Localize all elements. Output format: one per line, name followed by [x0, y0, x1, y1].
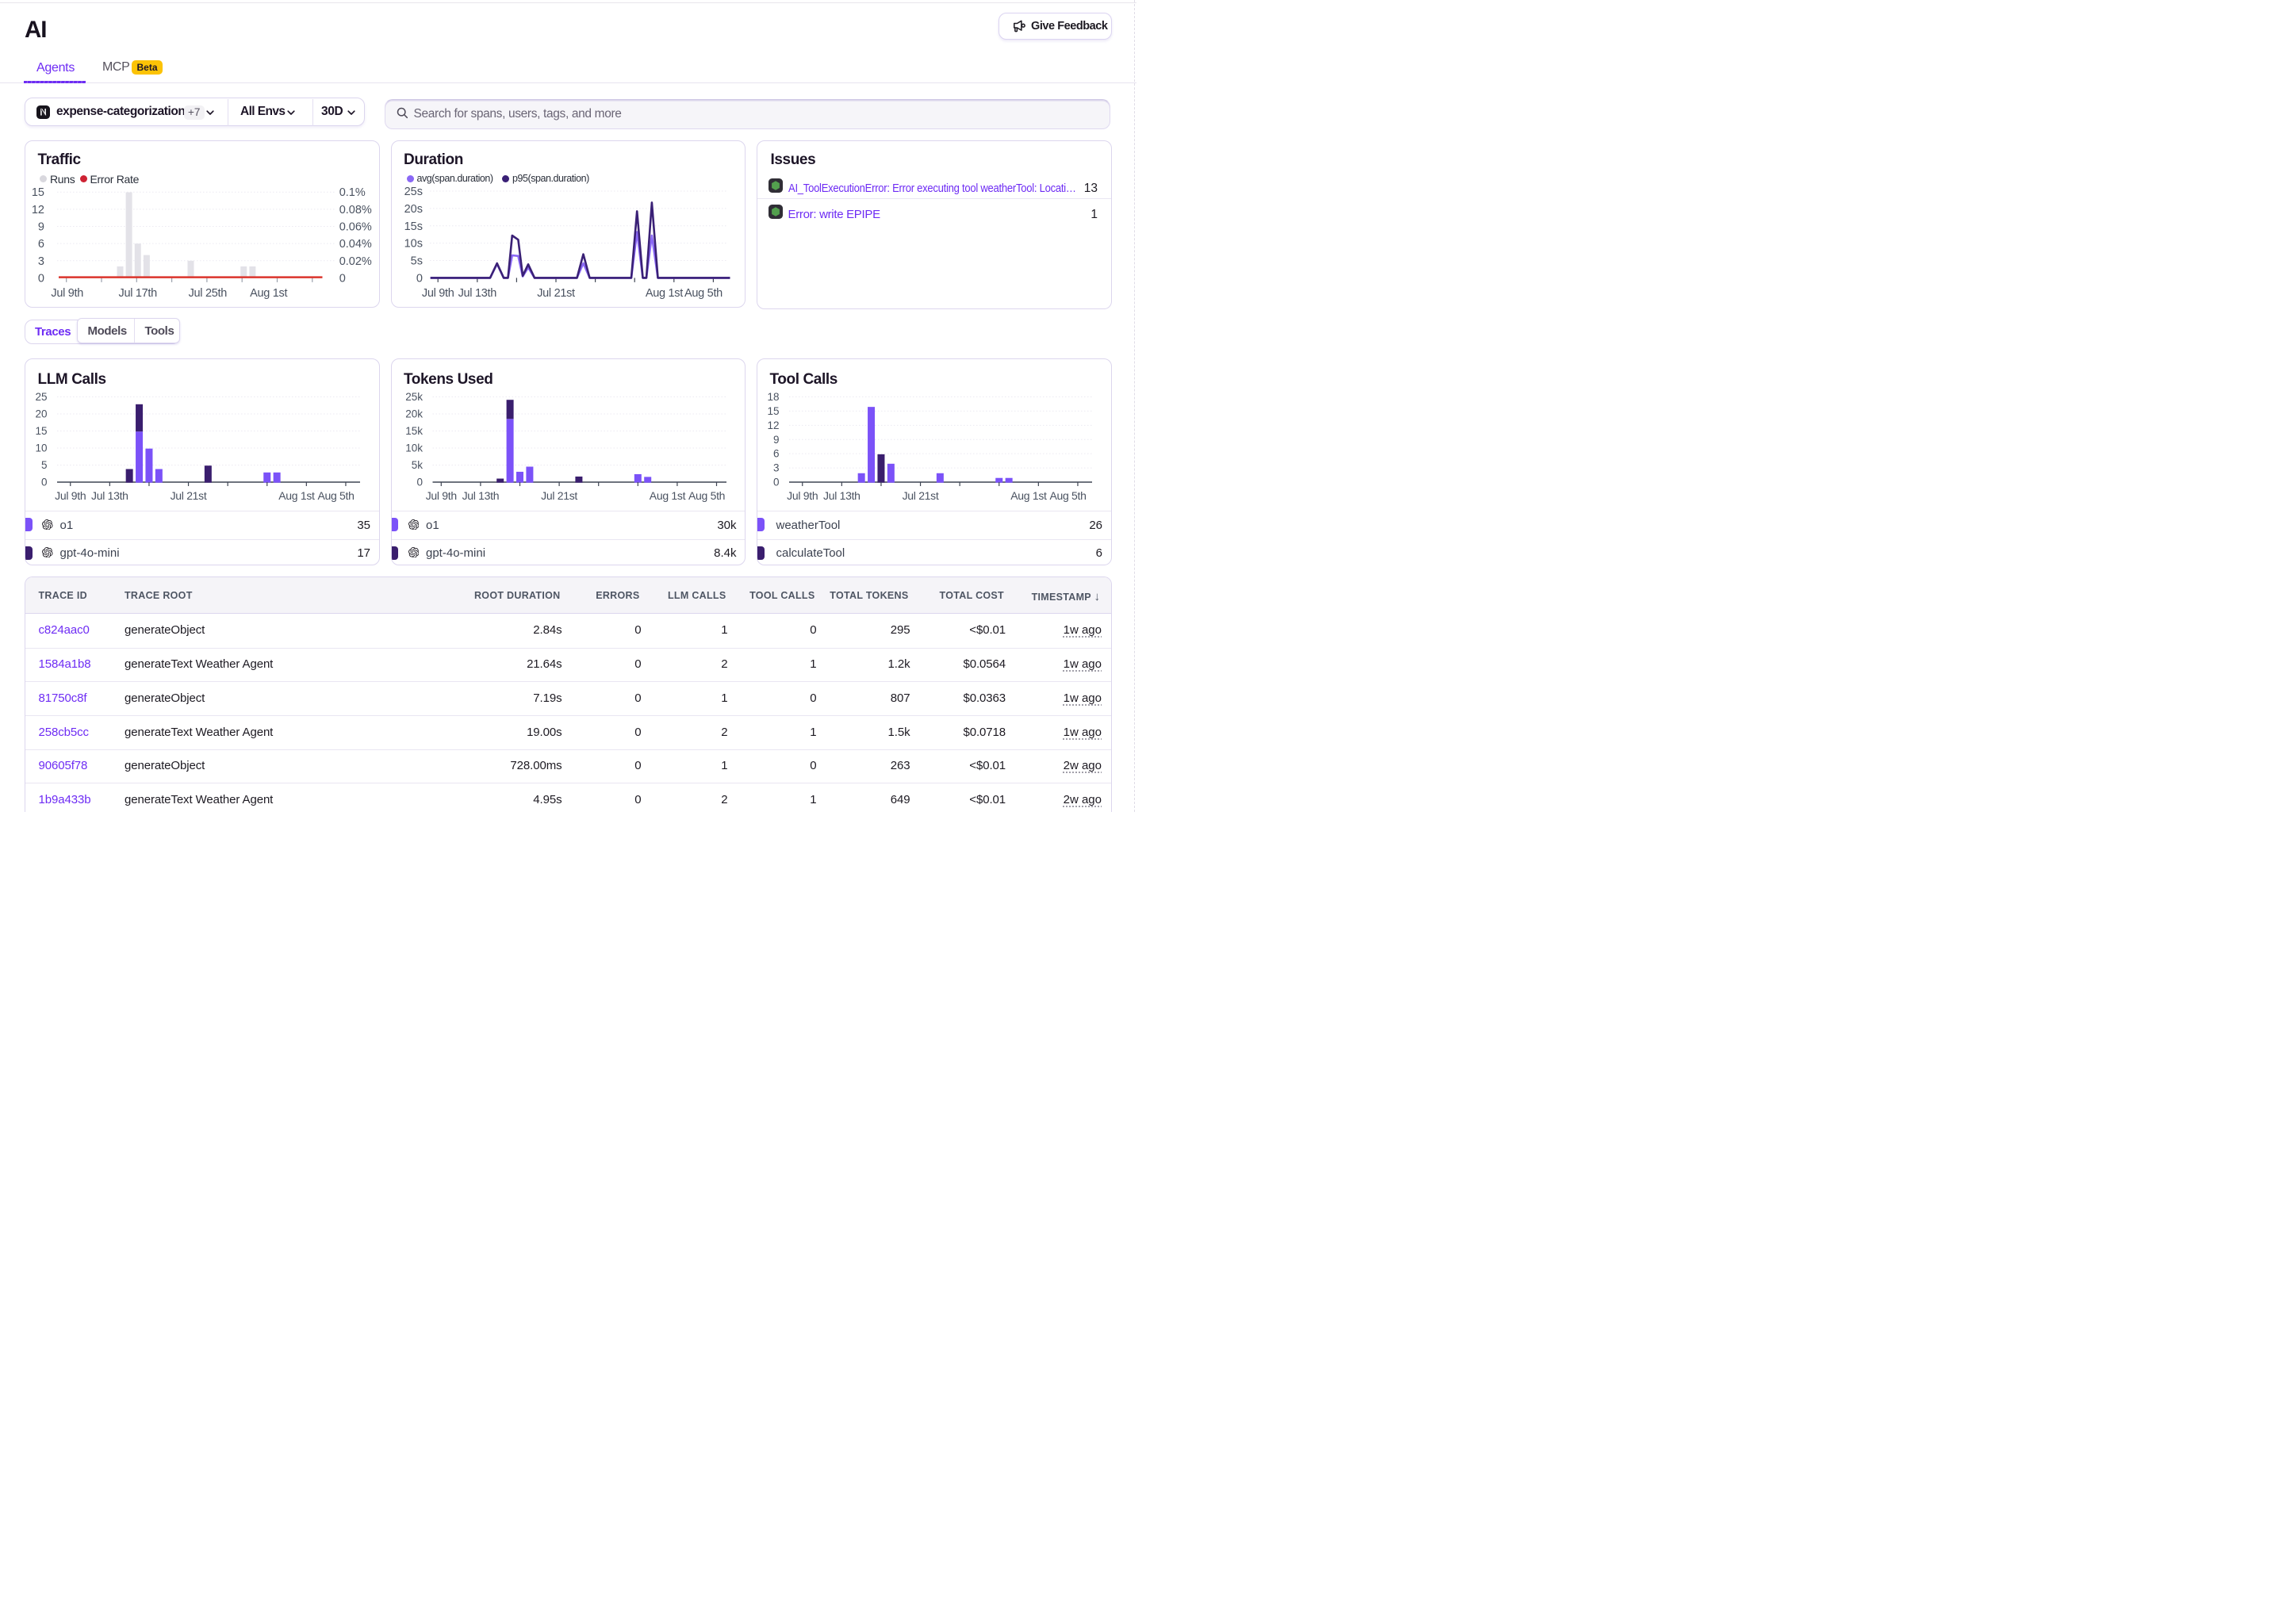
svg-text:Jul 13th: Jul 13th: [91, 489, 128, 502]
svg-text:3: 3: [773, 462, 780, 474]
svg-text:0: 0: [416, 477, 423, 488]
svg-text:Jul 21st: Jul 21st: [537, 287, 575, 300]
svg-text:Jul 21st: Jul 21st: [171, 489, 207, 502]
svg-text:6: 6: [38, 238, 44, 251]
svg-text:10k: 10k: [405, 442, 423, 454]
svg-text:25s: 25s: [404, 186, 422, 198]
svg-text:0.02%: 0.02%: [339, 255, 372, 268]
svg-text:0: 0: [773, 477, 780, 488]
svg-text:20k: 20k: [405, 408, 423, 420]
svg-text:Jul 25th: Jul 25th: [189, 287, 228, 300]
svg-text:Jul 21st: Jul 21st: [903, 489, 939, 502]
svg-text:0.06%: 0.06%: [339, 220, 372, 233]
svg-text:Aug 1st: Aug 1st: [250, 287, 287, 300]
svg-text:0.1%: 0.1%: [339, 186, 366, 199]
svg-text:Aug 5th: Aug 5th: [684, 287, 723, 300]
svg-text:12: 12: [32, 204, 44, 216]
svg-text:Jul 9th: Jul 9th: [55, 489, 86, 502]
svg-text:25: 25: [35, 391, 47, 403]
svg-text:18: 18: [767, 391, 779, 403]
svg-text:Jul 9th: Jul 9th: [421, 287, 454, 300]
svg-text:5s: 5s: [410, 255, 422, 268]
svg-text:15: 15: [767, 405, 779, 417]
svg-text:Aug 1st: Aug 1st: [278, 489, 315, 502]
svg-text:0.04%: 0.04%: [339, 238, 372, 251]
svg-text:0: 0: [339, 272, 346, 285]
svg-text:20: 20: [35, 408, 47, 420]
svg-text:10s: 10s: [404, 238, 422, 251]
svg-text:Aug 5th: Aug 5th: [317, 489, 354, 502]
svg-text:9: 9: [38, 220, 44, 233]
svg-text:20s: 20s: [404, 203, 422, 216]
svg-text:Aug 1st: Aug 1st: [645, 287, 682, 300]
svg-text:12: 12: [767, 419, 779, 431]
svg-text:15: 15: [32, 186, 44, 199]
svg-text:15: 15: [35, 425, 47, 437]
svg-text:0: 0: [38, 272, 44, 285]
svg-text:Aug 5th: Aug 5th: [688, 489, 725, 502]
svg-text:0: 0: [416, 272, 422, 285]
svg-text:15s: 15s: [404, 220, 422, 233]
svg-text:Jul 9th: Jul 9th: [787, 489, 818, 502]
svg-text:Aug 1st: Aug 1st: [1010, 489, 1047, 502]
svg-text:25k: 25k: [405, 391, 423, 403]
svg-text:Aug 1st: Aug 1st: [649, 489, 685, 502]
svg-text:3: 3: [38, 255, 44, 268]
svg-text:Jul 13th: Jul 13th: [823, 489, 861, 502]
svg-text:Jul 21st: Jul 21st: [541, 489, 577, 502]
svg-text:Jul 9th: Jul 9th: [425, 489, 456, 502]
svg-text:5: 5: [41, 459, 48, 471]
svg-text:Aug 5th: Aug 5th: [1049, 489, 1086, 502]
svg-text:Jul 13th: Jul 13th: [462, 489, 499, 502]
svg-text:Jul 9th: Jul 9th: [51, 287, 83, 300]
svg-text:10: 10: [35, 442, 47, 454]
svg-text:6: 6: [773, 448, 780, 460]
svg-text:9: 9: [773, 434, 780, 446]
svg-text:15k: 15k: [405, 425, 423, 437]
svg-text:Jul 13th: Jul 13th: [458, 287, 496, 300]
svg-text:0.08%: 0.08%: [339, 204, 372, 216]
svg-text:5k: 5k: [411, 459, 423, 471]
svg-text:0: 0: [41, 477, 48, 488]
svg-text:Jul 17th: Jul 17th: [119, 287, 158, 300]
